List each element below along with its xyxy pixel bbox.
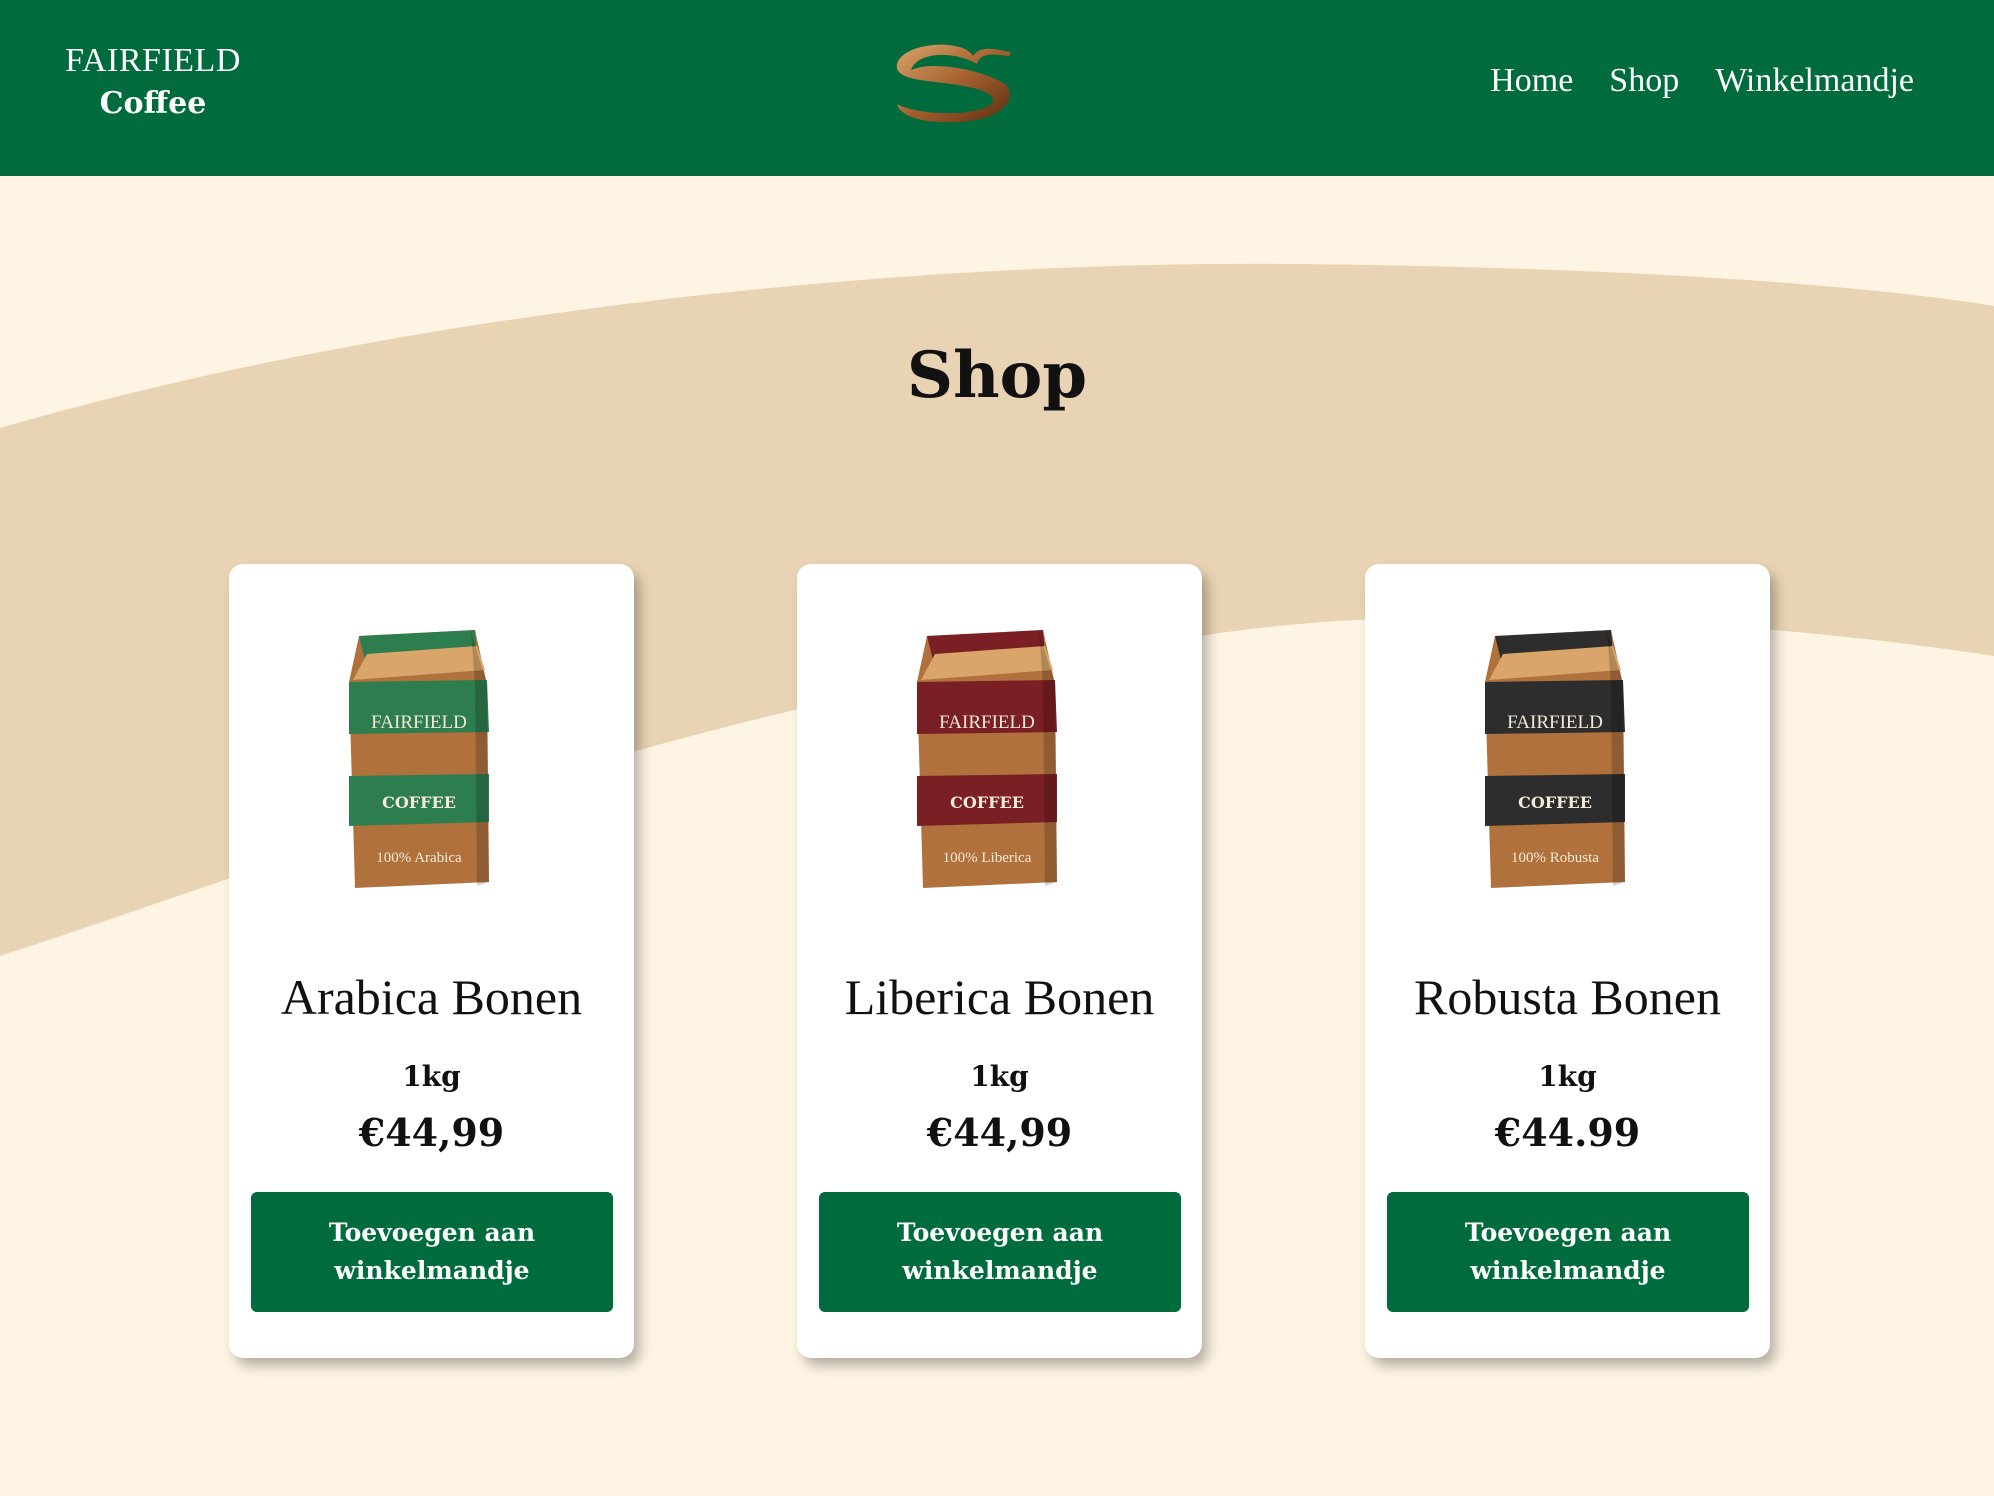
brand-subname: Coffee [99,86,207,121]
product-card: FAIRFIELD COFFEE 100% Robusta Robusta Bo… [1365,564,1770,1358]
bag-brand-text: FAIRFIELD [1507,712,1603,733]
bag-variety-text: 100% Robusta [1511,850,1599,866]
product-card: FAIRFIELD COFFEE 100% Arabica Arabica Bo… [229,564,634,1358]
add-to-cart-button[interactable]: Toevoegen aan winkelmandje [251,1192,613,1312]
bag-variety-text: 100% Liberica [943,850,1032,866]
coffee-bag-image: FAIRFIELD COFFEE 100% Arabica [349,630,489,888]
site-header: FAIRFIELD Coffee Home Shop Winkelmandje [0,0,1994,176]
page-title: Shop [906,338,1088,413]
product-weight: 1kg [970,1060,1029,1093]
main-nav: Home Shop Winkelmandje [1490,62,1914,100]
product-price: €44,99 [358,1110,505,1155]
product-price: €44,99 [926,1110,1073,1155]
product-weight: 1kg [1538,1060,1597,1093]
brand-name: FAIRFIELD [65,42,241,79]
nav-link-shop[interactable]: Shop [1609,62,1679,100]
brand-wordmark[interactable]: FAIRFIELD Coffee [58,40,248,126]
bag-brand-text: FAIRFIELD [939,712,1035,733]
product-card: FAIRFIELD COFFEE 100% Liberica Liberica … [797,564,1202,1358]
product-name: Robusta Bonen [1414,969,1721,1025]
coffee-bag-image: FAIRFIELD COFFEE 100% Robusta [1485,630,1625,888]
bag-variety-text: 100% Arabica [376,850,462,866]
product-name: Liberica Bonen [844,969,1155,1025]
bag-label-text: COFFEE [950,793,1024,812]
nav-link-winkelmandje[interactable]: Winkelmandje [1715,62,1914,100]
coffee-swirl-logo-icon[interactable] [893,38,1017,126]
product-price: €44.99 [1494,1110,1641,1155]
product-name: Arabica Bonen [280,969,583,1025]
add-to-cart-button[interactable]: Toevoegen aan winkelmandje [1387,1192,1749,1312]
product-weight: 1kg [402,1060,461,1093]
bag-brand-text: FAIRFIELD [371,712,467,733]
coffee-bag-image: FAIRFIELD COFFEE 100% Liberica [917,630,1057,888]
add-to-cart-button[interactable]: Toevoegen aan winkelmandje [819,1192,1181,1312]
bag-label-text: COFFEE [382,793,456,812]
bag-label-text: COFFEE [1518,793,1592,812]
nav-link-home[interactable]: Home [1490,62,1573,100]
